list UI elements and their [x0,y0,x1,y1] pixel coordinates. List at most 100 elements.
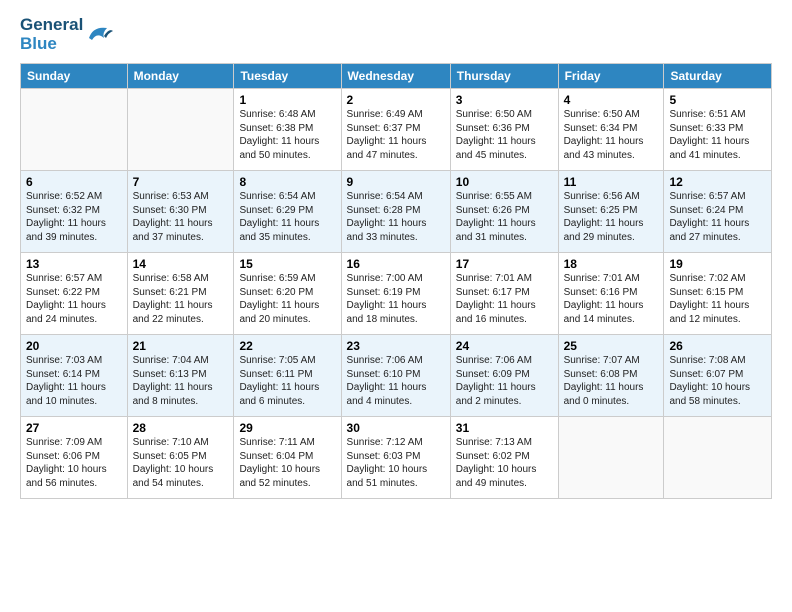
day-info: Sunrise: 6:52 AM Sunset: 6:32 PM Dayligh… [26,190,122,244]
day-number: 28 [133,421,229,435]
calendar-cell: 13Sunrise: 6:57 AM Sunset: 6:22 PM Dayli… [21,253,128,335]
calendar-cell: 12Sunrise: 6:57 AM Sunset: 6:24 PM Dayli… [664,171,772,253]
day-info: Sunrise: 6:54 AM Sunset: 6:28 PM Dayligh… [347,190,445,244]
day-number: 24 [456,339,553,353]
day-number: 8 [239,175,335,189]
day-info: Sunrise: 7:00 AM Sunset: 6:19 PM Dayligh… [347,272,445,326]
day-number: 1 [239,93,335,107]
calendar-cell: 2Sunrise: 6:49 AM Sunset: 6:37 PM Daylig… [341,89,450,171]
day-info: Sunrise: 6:49 AM Sunset: 6:37 PM Dayligh… [347,108,445,162]
day-info: Sunrise: 7:06 AM Sunset: 6:10 PM Dayligh… [347,354,445,408]
day-number: 21 [133,339,229,353]
day-info: Sunrise: 6:53 AM Sunset: 6:30 PM Dayligh… [133,190,229,244]
day-info: Sunrise: 6:58 AM Sunset: 6:21 PM Dayligh… [133,272,229,326]
calendar-cell: 11Sunrise: 6:56 AM Sunset: 6:25 PM Dayli… [558,171,664,253]
day-number: 14 [133,257,229,271]
calendar-page: General Blue SundayMondayTuesdayWednesda… [0,0,792,612]
logo-bird-icon [85,20,115,50]
weekday-header-thursday: Thursday [450,64,558,89]
calendar-cell: 9Sunrise: 6:54 AM Sunset: 6:28 PM Daylig… [341,171,450,253]
day-number: 29 [239,421,335,435]
calendar-cell: 14Sunrise: 6:58 AM Sunset: 6:21 PM Dayli… [127,253,234,335]
calendar-cell: 17Sunrise: 7:01 AM Sunset: 6:17 PM Dayli… [450,253,558,335]
calendar-cell: 6Sunrise: 6:52 AM Sunset: 6:32 PM Daylig… [21,171,128,253]
calendar-cell: 22Sunrise: 7:05 AM Sunset: 6:11 PM Dayli… [234,335,341,417]
calendar-cell: 25Sunrise: 7:07 AM Sunset: 6:08 PM Dayli… [558,335,664,417]
page-header: General Blue [20,16,772,53]
weekday-header-wednesday: Wednesday [341,64,450,89]
calendar-cell: 28Sunrise: 7:10 AM Sunset: 6:05 PM Dayli… [127,417,234,499]
calendar-cell: 10Sunrise: 6:55 AM Sunset: 6:26 PM Dayli… [450,171,558,253]
day-number: 22 [239,339,335,353]
day-info: Sunrise: 7:04 AM Sunset: 6:13 PM Dayligh… [133,354,229,408]
calendar-cell: 21Sunrise: 7:04 AM Sunset: 6:13 PM Dayli… [127,335,234,417]
calendar-cell: 1Sunrise: 6:48 AM Sunset: 6:38 PM Daylig… [234,89,341,171]
calendar-cell: 4Sunrise: 6:50 AM Sunset: 6:34 PM Daylig… [558,89,664,171]
logo-text-blue: Blue [20,35,83,54]
day-number: 26 [669,339,766,353]
day-number: 3 [456,93,553,107]
day-info: Sunrise: 6:51 AM Sunset: 6:33 PM Dayligh… [669,108,766,162]
day-number: 20 [26,339,122,353]
calendar-cell: 3Sunrise: 6:50 AM Sunset: 6:36 PM Daylig… [450,89,558,171]
day-info: Sunrise: 7:11 AM Sunset: 6:04 PM Dayligh… [239,436,335,490]
weekday-header-tuesday: Tuesday [234,64,341,89]
calendar-cell: 18Sunrise: 7:01 AM Sunset: 6:16 PM Dayli… [558,253,664,335]
day-number: 17 [456,257,553,271]
day-info: Sunrise: 6:55 AM Sunset: 6:26 PM Dayligh… [456,190,553,244]
week-row-3: 13Sunrise: 6:57 AM Sunset: 6:22 PM Dayli… [21,253,772,335]
day-number: 30 [347,421,445,435]
day-number: 13 [26,257,122,271]
day-info: Sunrise: 7:01 AM Sunset: 6:17 PM Dayligh… [456,272,553,326]
calendar-cell: 26Sunrise: 7:08 AM Sunset: 6:07 PM Dayli… [664,335,772,417]
calendar-cell: 29Sunrise: 7:11 AM Sunset: 6:04 PM Dayli… [234,417,341,499]
day-info: Sunrise: 7:09 AM Sunset: 6:06 PM Dayligh… [26,436,122,490]
day-number: 4 [564,93,659,107]
day-number: 7 [133,175,229,189]
day-info: Sunrise: 7:06 AM Sunset: 6:09 PM Dayligh… [456,354,553,408]
calendar-cell: 15Sunrise: 6:59 AM Sunset: 6:20 PM Dayli… [234,253,341,335]
calendar-cell: 27Sunrise: 7:09 AM Sunset: 6:06 PM Dayli… [21,417,128,499]
day-info: Sunrise: 6:50 AM Sunset: 6:36 PM Dayligh… [456,108,553,162]
day-info: Sunrise: 7:12 AM Sunset: 6:03 PM Dayligh… [347,436,445,490]
day-info: Sunrise: 7:10 AM Sunset: 6:05 PM Dayligh… [133,436,229,490]
day-info: Sunrise: 7:07 AM Sunset: 6:08 PM Dayligh… [564,354,659,408]
calendar-cell [558,417,664,499]
day-info: Sunrise: 7:05 AM Sunset: 6:11 PM Dayligh… [239,354,335,408]
calendar-cell: 23Sunrise: 7:06 AM Sunset: 6:10 PM Dayli… [341,335,450,417]
calendar-cell: 31Sunrise: 7:13 AM Sunset: 6:02 PM Dayli… [450,417,558,499]
weekday-header-monday: Monday [127,64,234,89]
week-row-2: 6Sunrise: 6:52 AM Sunset: 6:32 PM Daylig… [21,171,772,253]
weekday-header-saturday: Saturday [664,64,772,89]
day-number: 31 [456,421,553,435]
day-number: 27 [26,421,122,435]
day-number: 9 [347,175,445,189]
calendar-cell: 7Sunrise: 6:53 AM Sunset: 6:30 PM Daylig… [127,171,234,253]
calendar-cell: 30Sunrise: 7:12 AM Sunset: 6:03 PM Dayli… [341,417,450,499]
calendar-cell [21,89,128,171]
week-row-4: 20Sunrise: 7:03 AM Sunset: 6:14 PM Dayli… [21,335,772,417]
calendar-cell: 8Sunrise: 6:54 AM Sunset: 6:29 PM Daylig… [234,171,341,253]
day-info: Sunrise: 7:02 AM Sunset: 6:15 PM Dayligh… [669,272,766,326]
day-info: Sunrise: 7:01 AM Sunset: 6:16 PM Dayligh… [564,272,659,326]
day-info: Sunrise: 6:50 AM Sunset: 6:34 PM Dayligh… [564,108,659,162]
logo-container: General Blue [20,16,115,53]
day-info: Sunrise: 6:59 AM Sunset: 6:20 PM Dayligh… [239,272,335,326]
day-info: Sunrise: 6:57 AM Sunset: 6:22 PM Dayligh… [26,272,122,326]
week-row-5: 27Sunrise: 7:09 AM Sunset: 6:06 PM Dayli… [21,417,772,499]
day-number: 19 [669,257,766,271]
calendar-cell: 24Sunrise: 7:06 AM Sunset: 6:09 PM Dayli… [450,335,558,417]
day-number: 16 [347,257,445,271]
logo: General Blue [20,16,115,53]
weekday-header-sunday: Sunday [21,64,128,89]
day-info: Sunrise: 6:48 AM Sunset: 6:38 PM Dayligh… [239,108,335,162]
day-info: Sunrise: 7:03 AM Sunset: 6:14 PM Dayligh… [26,354,122,408]
calendar-cell: 19Sunrise: 7:02 AM Sunset: 6:15 PM Dayli… [664,253,772,335]
day-info: Sunrise: 7:13 AM Sunset: 6:02 PM Dayligh… [456,436,553,490]
week-row-1: 1Sunrise: 6:48 AM Sunset: 6:38 PM Daylig… [21,89,772,171]
day-number: 6 [26,175,122,189]
day-number: 5 [669,93,766,107]
day-number: 18 [564,257,659,271]
day-number: 11 [564,175,659,189]
day-number: 10 [456,175,553,189]
